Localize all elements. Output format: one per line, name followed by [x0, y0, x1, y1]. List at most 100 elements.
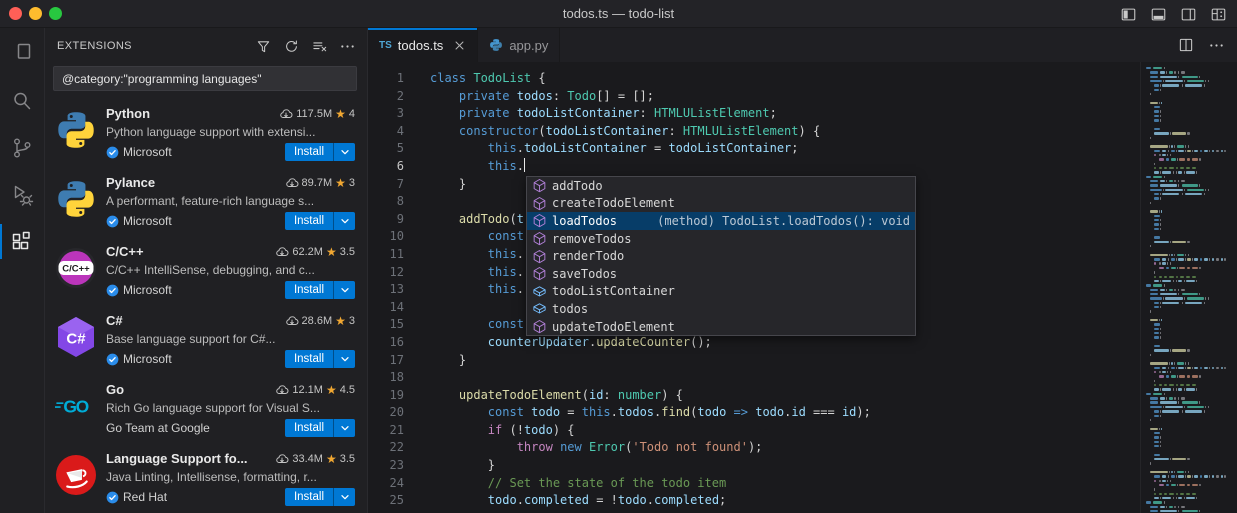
install-button[interactable]: Install: [285, 281, 333, 299]
extension-list-item[interactable]: GOGo12.1M★4.5Rich Go language support fo…: [45, 373, 367, 442]
line-number: 1: [368, 70, 404, 88]
toggle-panel-icon[interactable]: [1150, 6, 1167, 23]
split-editor-icon[interactable]: [1178, 37, 1194, 53]
suggest-item-removeTodos[interactable]: removeTodos: [527, 230, 915, 248]
code-line[interactable]: 24 // Set the state of the todo item: [368, 475, 1140, 493]
suggest-item-updateTodoElement[interactable]: updateTodoElement: [527, 318, 915, 336]
title-bar: todos.ts — todo-list: [0, 0, 1237, 28]
suggest-item-todoListContainer[interactable]: todoListContainer: [527, 283, 915, 301]
code-line[interactable]: 25 todo.completed = !todo.completed;: [368, 492, 1140, 510]
install-dropdown-button[interactable]: [333, 212, 355, 230]
star-icon: ★: [335, 109, 346, 119]
extension-list-item[interactable]: Python117.5M★4Python language support wi…: [45, 97, 367, 166]
tab-app.py[interactable]: app.py: [478, 28, 560, 62]
activity-item-extensions[interactable]: [0, 218, 44, 265]
tab-todos.ts[interactable]: TStodos.ts: [368, 28, 478, 62]
code-line[interactable]: 18: [368, 369, 1140, 387]
filter-icon[interactable]: [256, 39, 271, 54]
suggest-item-saveTodos[interactable]: saveTodos: [527, 265, 915, 283]
extension-stats: 117.5M★4: [273, 107, 355, 121]
suggest-item-loadTodos[interactable]: loadTodos(method) TodoList.loadTodos(): …: [527, 212, 915, 230]
minimap[interactable]: [1140, 62, 1237, 513]
suggest-item-createTodoElement[interactable]: createTodoElement: [527, 195, 915, 213]
toggle-secondary-sidebar-icon[interactable]: [1180, 6, 1197, 23]
star-icon: ★: [326, 454, 337, 464]
line-text: }: [404, 352, 466, 370]
install-button[interactable]: Install: [285, 143, 333, 161]
publisher-name: Go Team at Google: [106, 421, 210, 435]
suggest-label: removeTodos: [552, 232, 631, 246]
code-line[interactable]: 5 this.todoListContainer = todoListConta…: [368, 140, 1140, 158]
code-line[interactable]: 6 this.: [368, 158, 1140, 176]
install-button[interactable]: Install: [285, 488, 333, 506]
extension-list-item[interactable]: C/C++C/C++62.2M★3.5C/C++ IntelliSense, d…: [45, 235, 367, 304]
install-dropdown-button[interactable]: [333, 350, 355, 368]
code-line[interactable]: 19 updateTodoElement(id: number) {: [368, 387, 1140, 405]
sidebar-title: EXTENSIONS: [57, 40, 132, 52]
line-number: 14: [368, 299, 404, 317]
line-text: const: [404, 316, 524, 334]
refresh-icon[interactable]: [284, 39, 299, 54]
install-dropdown-button[interactable]: [333, 419, 355, 437]
code-line[interactable]: 4 constructor(todoListContainer: HTMLULi…: [368, 123, 1140, 141]
code-line[interactable]: 20 const todo = this.todos.find(todo => …: [368, 404, 1140, 422]
extension-publisher: Go Team at Google: [106, 421, 210, 435]
extension-stats: 62.2M★3.5: [269, 245, 355, 259]
extensions-search-input[interactable]: @category:"programming languages": [53, 66, 357, 91]
line-text: class TodoList {: [404, 70, 546, 88]
code-editor[interactable]: 1class TodoList {2 private todos: Todo[]…: [368, 62, 1237, 513]
minimize-window-button[interactable]: [29, 7, 42, 20]
more-actions-icon[interactable]: [340, 39, 355, 54]
code-line[interactable]: 2 private todos: Todo[] = [];: [368, 88, 1140, 106]
publisher-name: Microsoft: [123, 283, 172, 297]
install-button-group: Install: [285, 419, 355, 437]
activity-item-run-debug[interactable]: [0, 171, 44, 218]
install-button[interactable]: Install: [285, 212, 333, 230]
clear-search-results-icon[interactable]: [312, 39, 327, 54]
editor-group: TStodos.tsapp.py 1class TodoList {2 priv…: [368, 28, 1237, 513]
star-icon: ★: [335, 178, 346, 188]
code-line[interactable]: 16 counterUpdater.updateCounter();: [368, 334, 1140, 352]
chevron-down-icon: [339, 422, 351, 434]
toggle-primary-sidebar-icon[interactable]: [1120, 6, 1137, 23]
extension-list-item[interactable]: Pylance89.7M★3A performant, feature-rich…: [45, 166, 367, 235]
install-dropdown-button[interactable]: [333, 281, 355, 299]
close-window-button[interactable]: [9, 7, 22, 20]
svg-text:C#: C#: [66, 331, 86, 348]
extension-name: C#: [106, 313, 123, 328]
activity-item-source-control[interactable]: [0, 124, 44, 171]
install-dropdown-button[interactable]: [333, 488, 355, 506]
suggest-item-addTodo[interactable]: addTodo: [527, 177, 915, 195]
extension-list-item[interactable]: C#C#28.6M★3Base language support for C#.…: [45, 304, 367, 373]
code-line[interactable]: 22 throw new Error('Todo not found');: [368, 439, 1140, 457]
sidebar-header: EXTENSIONS: [45, 28, 367, 64]
maximize-window-button[interactable]: [49, 7, 62, 20]
line-text: constructor(todoListContainer: HTMLUList…: [404, 123, 820, 141]
extension-stats: 12.1M★4.5: [269, 383, 355, 397]
install-button[interactable]: Install: [285, 419, 333, 437]
line-number: 5: [368, 140, 404, 158]
svg-text:C/C++: C/C++: [62, 264, 90, 275]
suggest-item-todos[interactable]: todos: [527, 300, 915, 318]
extension-list-item[interactable]: Language Support fo...33.4M★3.5Java Lint…: [45, 442, 367, 511]
install-dropdown-button[interactable]: [333, 143, 355, 161]
close-tab-icon[interactable]: [453, 39, 466, 52]
suggest-item-renderTodo[interactable]: renderTodo: [527, 247, 915, 265]
editor-more-actions-icon[interactable]: [1209, 38, 1224, 53]
download-count: 62.2M: [292, 246, 323, 258]
code-line[interactable]: 17 }: [368, 352, 1140, 370]
line-text: [404, 193, 430, 211]
line-number: 9: [368, 211, 404, 229]
code-line[interactable]: 1class TodoList {: [368, 70, 1140, 88]
activity-item-explorer[interactable]: [0, 30, 44, 77]
download-count-icon: [275, 452, 289, 466]
code-line[interactable]: 23 }: [368, 457, 1140, 475]
star-icon: ★: [326, 385, 337, 395]
activity-item-search[interactable]: [0, 77, 44, 124]
customize-layout-icon[interactable]: [1210, 6, 1227, 23]
extension-name: Language Support fo...: [106, 451, 248, 466]
download-count-icon: [285, 314, 299, 328]
install-button[interactable]: Install: [285, 350, 333, 368]
code-line[interactable]: 21 if (!todo) {: [368, 422, 1140, 440]
code-line[interactable]: 3 private todoListContainer: HTMLUListEl…: [368, 105, 1140, 123]
